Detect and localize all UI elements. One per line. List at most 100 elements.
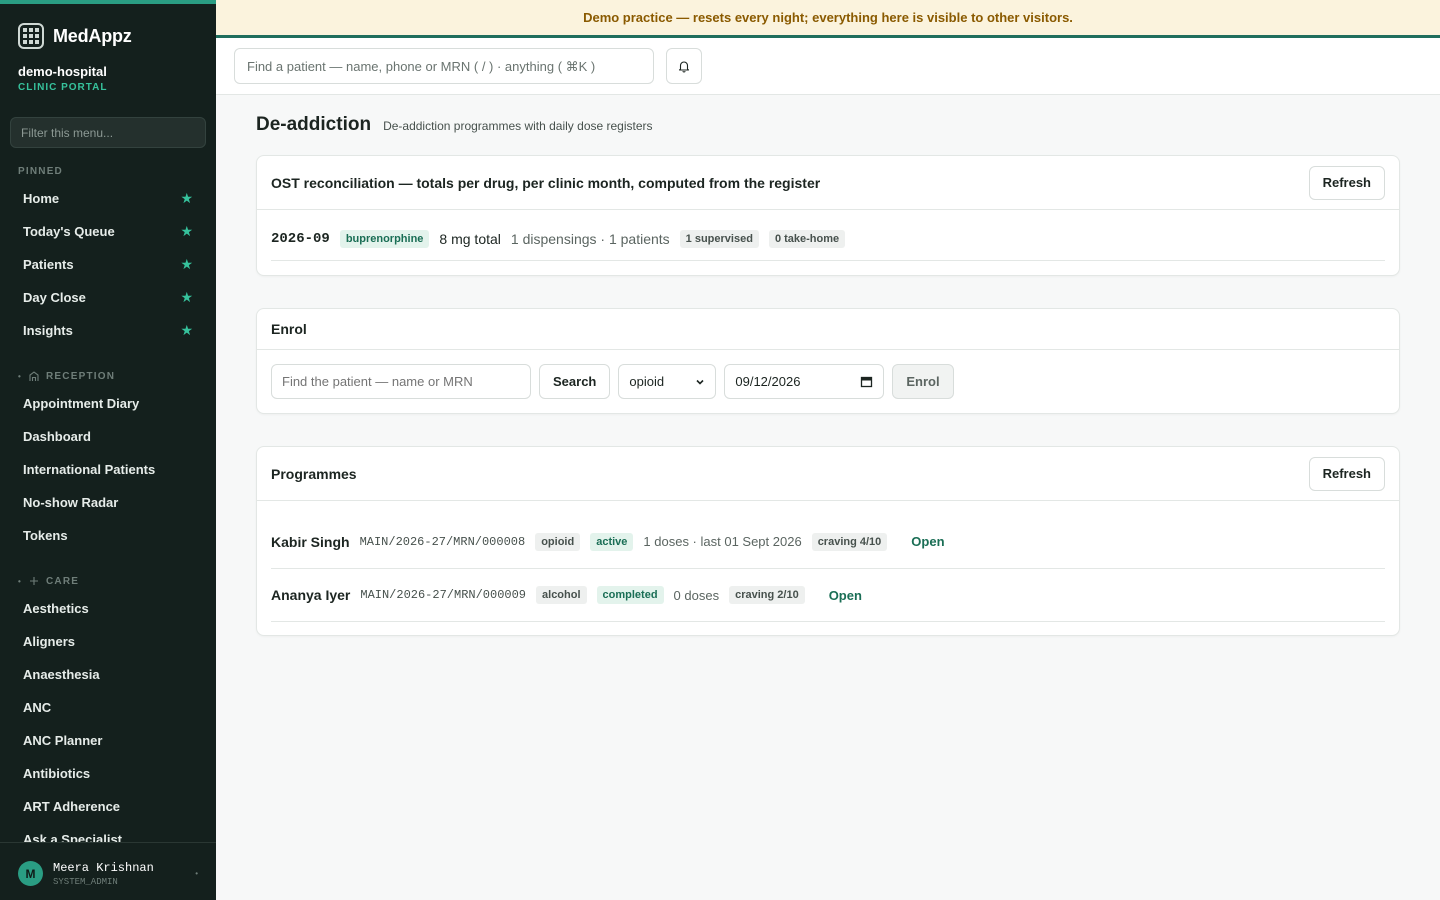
programmes-card: Programmes Refresh Kabir Singh MAIN/2026… xyxy=(256,446,1400,636)
notifications-button[interactable] xyxy=(666,48,702,84)
sidebar-item-tokens[interactable]: Tokens xyxy=(10,520,206,550)
patient-name: Kabir Singh xyxy=(271,533,350,550)
collapse-dot-icon: • xyxy=(18,576,23,586)
card-title: Programmes xyxy=(271,465,357,482)
user-name: Meera Krishnan xyxy=(53,860,154,875)
org-subtitle: CLINIC PORTAL xyxy=(18,82,108,93)
sidebar-item-no-show-radar[interactable]: No-show Radar xyxy=(10,487,206,517)
sidebar-item-anaesthesia[interactable]: Anaesthesia xyxy=(10,659,206,689)
table-row: Kabir Singh MAIN/2026-27/MRN/000008 opio… xyxy=(271,515,1385,569)
user-info: Meera Krishnan SYSTEM_ADMIN xyxy=(53,861,154,887)
refresh-button[interactable]: Refresh xyxy=(1308,456,1385,491)
sidebar-item-label: Ask a Specialist xyxy=(23,831,122,843)
bell-icon xyxy=(678,61,690,73)
craving-badge: craving 2/10 xyxy=(729,586,805,604)
programme-type-badge: opioid xyxy=(535,532,581,551)
section-label-pinned: PINNED xyxy=(18,166,63,177)
table-row: 2026-09 buprenorphine 8 mg total 1 dispe… xyxy=(271,223,1385,261)
sidebar-item-label: Insights xyxy=(23,322,73,338)
status-badge: completed xyxy=(596,586,664,604)
sidebar-item-anc[interactable]: ANC xyxy=(10,692,206,722)
sidebar-item-aligners[interactable]: Aligners xyxy=(10,626,206,656)
sidebar-item-label: Aligners xyxy=(23,633,76,649)
page-title: De-addiction xyxy=(256,114,372,135)
sidebar-item-label: Today's Queue xyxy=(23,223,115,239)
sidebar-nav[interactable]: PINNED Home ★ Today's Queue ★ Patients ★ Da… xyxy=(0,156,216,842)
collapse-dot-icon: • xyxy=(18,371,23,381)
sidebar-item-antibiotics[interactable]: Antibiotics xyxy=(10,758,206,788)
open-link[interactable]: Open xyxy=(829,588,862,603)
patient-mrn: MAIN/2026-27/MRN/000008 xyxy=(359,534,526,549)
demo-banner: Demo practice — resets every night; ever… xyxy=(216,0,1440,38)
programme-type-select[interactable]: opioid xyxy=(618,364,717,399)
sidebar-item-label: ANC Planner xyxy=(23,732,103,748)
chevron-down-icon xyxy=(696,379,704,385)
org-info: demo-hospital CLINIC PORTAL xyxy=(18,64,107,93)
table-row: Ananya Iyer MAIN/2026-27/MRN/000009 alco… xyxy=(271,569,1385,622)
calendar-icon[interactable] xyxy=(860,375,873,388)
patient-search-input[interactable] xyxy=(234,48,654,84)
ost-reconciliation-card: OST reconciliation — totals per drug, pe… xyxy=(256,155,1400,276)
sidebar-item-label: Aesthetics xyxy=(23,600,89,616)
brand-name: MedAppz xyxy=(53,25,132,46)
sidebar-item-label: Tokens xyxy=(23,527,68,543)
chevron-icon[interactable]: • xyxy=(195,869,198,878)
sidebar-item-ask-a-specialist[interactable]: Ask a Specialist xyxy=(10,824,206,843)
org-name: demo-hospital xyxy=(18,64,107,79)
user-menu[interactable]: M Meera Krishnan SYSTEM_ADMIN • xyxy=(0,842,216,900)
sidebar-item-appointment-diary[interactable]: Appointment Diary xyxy=(10,388,206,418)
star-icon[interactable]: ★ xyxy=(180,190,193,207)
section-label-reception[interactable]: • RECEPTION xyxy=(18,370,115,382)
search-button[interactable]: Search xyxy=(539,364,611,399)
programme-type-value: opioid xyxy=(629,374,665,389)
star-icon[interactable]: ★ xyxy=(180,256,193,273)
user-role: SYSTEM_ADMIN xyxy=(53,876,118,887)
star-icon[interactable]: ★ xyxy=(180,289,193,306)
sidebar-item-label: No-show Radar xyxy=(23,494,119,510)
brand[interactable]: MedAppz xyxy=(18,22,132,50)
sidebar-item-anc-planner[interactable]: ANC Planner xyxy=(10,725,206,755)
star-icon[interactable]: ★ xyxy=(180,322,193,339)
open-link[interactable]: Open xyxy=(911,534,944,549)
page-header: De-addiction De-addiction programmes wit… xyxy=(256,114,653,136)
sidebar-item-aesthetics[interactable]: Aesthetics xyxy=(10,593,206,623)
programme-type-badge: alcohol xyxy=(536,586,587,604)
start-date-input[interactable]: 09/12/2026 xyxy=(724,364,885,399)
section-label-care[interactable]: • CARE xyxy=(18,575,79,587)
sidebar-item-home[interactable]: Home ★ xyxy=(10,183,206,213)
sidebar-item-label: International Patients xyxy=(23,461,156,477)
total-value: 8 mg total xyxy=(439,230,501,247)
month-value: 2026-09 xyxy=(271,230,330,247)
dose-summary: 0 doses xyxy=(673,587,720,603)
star-icon[interactable]: ★ xyxy=(180,223,193,240)
dispensing-summary: 1 dispensings · 1 patients xyxy=(510,230,670,247)
sidebar-item-todays-queue[interactable]: Today's Queue ★ xyxy=(10,216,206,246)
card-title: OST reconciliation — totals per drug, pe… xyxy=(271,174,821,191)
start-date-value: 09/12/2026 xyxy=(735,374,801,389)
sidebar-item-patients[interactable]: Patients ★ xyxy=(10,249,206,279)
refresh-button[interactable]: Refresh xyxy=(1308,165,1385,200)
patient-find-input[interactable] xyxy=(271,364,531,399)
sidebar-item-label: Anaesthesia xyxy=(23,666,100,682)
card-title: Enrol xyxy=(271,321,307,337)
topbar xyxy=(216,38,1440,95)
craving-badge: craving 4/10 xyxy=(811,532,888,551)
avatar: M xyxy=(18,861,43,886)
sidebar-item-label: Patients xyxy=(23,256,74,272)
sidebar-item-art-adherence[interactable]: ART Adherence xyxy=(10,791,206,821)
sidebar-item-day-close[interactable]: Day Close ★ xyxy=(10,282,206,312)
plus-icon xyxy=(30,577,39,585)
menu-filter-input[interactable] xyxy=(10,117,206,148)
sidebar-item-dashboard[interactable]: Dashboard xyxy=(10,421,206,451)
sidebar-item-label: ART Adherence xyxy=(23,798,121,814)
building-icon xyxy=(29,371,39,381)
enrol-button[interactable]: Enrol xyxy=(892,364,954,399)
sidebar-item-international-patients[interactable]: International Patients xyxy=(10,454,206,484)
sidebar-item-insights[interactable]: Insights ★ xyxy=(10,315,206,345)
sidebar-item-label: ANC xyxy=(23,699,52,715)
enrol-form: Search opioid 09/12/2026 Enrol xyxy=(271,364,954,399)
sidebar-item-label: Appointment Diary xyxy=(23,395,140,411)
sidebar-item-label: Dashboard xyxy=(23,428,91,444)
card-header: Programmes Refresh xyxy=(257,447,1399,501)
supervised-badge: 1 supervised xyxy=(679,229,759,248)
